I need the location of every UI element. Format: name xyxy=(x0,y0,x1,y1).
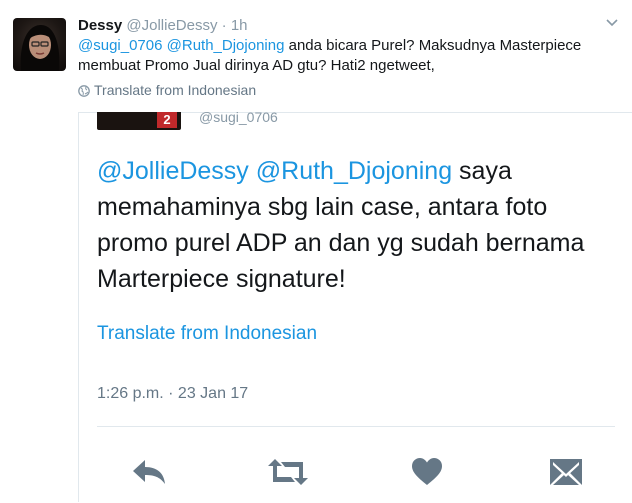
quoted-timestamp[interactable]: 1:26 p.m. · 23 Jan 17 xyxy=(97,385,248,403)
globe-icon xyxy=(78,85,90,97)
mention-link[interactable]: @sugi_0706 xyxy=(78,37,162,54)
avatar-badge: 2 xyxy=(157,112,177,128)
tweet-header: Dessy @JollieDessy · 1h xyxy=(78,16,248,36)
heart-icon[interactable] xyxy=(411,457,443,492)
mention-link[interactable]: @Ruth_Djojoning xyxy=(256,157,452,185)
author-avatar[interactable] xyxy=(13,18,66,71)
quoted-author-avatar[interactable]: 2 xyxy=(97,112,181,130)
mention-link[interactable]: @JollieDessy xyxy=(97,157,249,185)
author-name[interactable]: Dessy xyxy=(78,17,122,34)
envelope-icon[interactable] xyxy=(549,457,583,492)
tweet-actions xyxy=(79,427,632,503)
translate-link[interactable]: Translate from Indonesian xyxy=(78,82,256,98)
quoted-author-handle[interactable]: @sugi_0706 xyxy=(199,109,278,125)
translate-label: Translate from Indonesian xyxy=(94,82,257,98)
tweet-text: @sugi_0706 @Ruth_Djojoning anda bicara P… xyxy=(78,36,623,76)
chevron-down-icon[interactable] xyxy=(606,14,618,30)
retweet-icon[interactable] xyxy=(267,457,309,492)
time-separator: · xyxy=(221,17,227,34)
reply-icon[interactable] xyxy=(131,457,167,492)
tweet-time[interactable]: 1h xyxy=(231,17,248,34)
mention-link[interactable]: @Ruth_Djojoning xyxy=(167,37,285,54)
author-handle[interactable]: @JollieDessy xyxy=(126,17,217,34)
quoted-translate-link[interactable]: Translate from Indonesian xyxy=(97,323,317,345)
quoted-tweet-card[interactable]: 2 @sugi_0706 @JollieDessy @Ruth_Djojonin… xyxy=(78,109,632,503)
quoted-tweet-text: @JollieDessy @Ruth_Djojoning saya memaha… xyxy=(97,153,617,297)
